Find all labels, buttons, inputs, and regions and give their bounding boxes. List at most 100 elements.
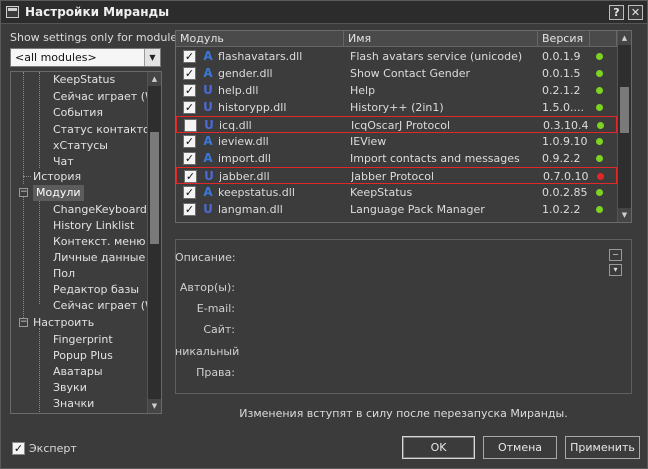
plugin-file: help.dll: [218, 84, 259, 97]
title-bar: Настройки Миранды ? ✕: [1, 1, 647, 24]
tree-item-selected[interactable]: Модули: [33, 185, 84, 201]
unicode-plugin-icon: U: [203, 100, 213, 114]
tree-item[interactable]: Аватары: [53, 364, 103, 380]
tree-item[interactable]: История: [33, 169, 81, 185]
table-row[interactable]: ✓ Agender.dll Show Contact Gender 0.0.1.5: [176, 65, 617, 82]
plugin-version: 1.0.9.10: [542, 135, 588, 148]
tree-scrollbar[interactable]: ▲ ▼: [147, 72, 161, 413]
plugin-file: icq.dll: [219, 119, 252, 132]
plugin-version: 0.7.0.10: [543, 170, 589, 183]
expert-checkbox[interactable]: ✓: [12, 442, 25, 455]
plugin-file: langman.dll: [218, 203, 283, 216]
collapse-icon[interactable]: −: [19, 188, 28, 197]
status-indicator-icon: [596, 70, 603, 77]
plugin-version: 0.0.1.9: [542, 50, 581, 63]
description-label: Описание:: [175, 251, 236, 264]
plugin-name: KeepStatus: [350, 186, 413, 199]
tree-item[interactable]: Контекст. меню: [53, 234, 146, 250]
ok-button[interactable]: OK: [402, 436, 475, 459]
tree-item[interactable]: Редактор базы: [53, 282, 139, 298]
plugin-name: Import contacts and messages: [350, 152, 520, 165]
status-indicator-icon: [596, 138, 603, 145]
tree-item[interactable]: События: [53, 105, 103, 121]
module-filter-select[interactable]: <all modules> ▼: [10, 48, 161, 67]
tree-item[interactable]: xСтатусы: [53, 138, 108, 154]
tree-item[interactable]: KeepStatus: [53, 72, 115, 88]
plugin-name: Help: [350, 84, 376, 97]
plugin-enable-checkbox[interactable]: ✓: [183, 152, 196, 165]
plugin-enable-checkbox[interactable]: ✓: [183, 84, 196, 97]
cancel-button[interactable]: Отмена: [483, 436, 557, 459]
help-button[interactable]: ?: [609, 5, 624, 20]
plugin-enable-checkbox[interactable]: ✓: [183, 135, 196, 148]
column-header-version[interactable]: Версия: [538, 31, 590, 47]
table-row[interactable]: ✓ Aieview.dll IEView 1.0.9.10: [176, 133, 617, 150]
table-scrollbar[interactable]: ▲ ▼: [617, 31, 631, 222]
window-icon: [6, 6, 19, 18]
table-row[interactable]: ✓ Uhistorypp.dll History++ (2in1) 1.5.0....: [176, 99, 617, 116]
status-indicator-icon: [596, 206, 603, 213]
plugin-enable-checkbox[interactable]: ✓: [184, 170, 197, 183]
plugin-file: gender.dll: [218, 67, 273, 80]
chevron-down-icon[interactable]: ▼: [144, 49, 160, 66]
plugin-version: 0.3.10.4: [543, 119, 589, 132]
expert-label: Эксперт: [29, 442, 77, 455]
column-header-module[interactable]: Модуль: [176, 31, 344, 47]
scrollbar-thumb[interactable]: [150, 132, 159, 244]
site-label: Сайт:: [203, 323, 235, 336]
collapse-icon[interactable]: −: [609, 249, 622, 261]
plugin-name: Jabber Protocol: [351, 170, 435, 183]
tree-item[interactable]: Чат: [53, 154, 74, 170]
table-row[interactable]: ✓ Ujabber.dll Jabber Protocol 0.7.0.10: [176, 167, 617, 184]
copyright-label: Права:: [196, 366, 235, 379]
options-tree: KeepStatus Сейчас играет (WA События Ста…: [10, 71, 162, 414]
tree-item[interactable]: ChangeKeyboardLa: [53, 202, 160, 218]
scrollbar-thumb[interactable]: [620, 87, 629, 133]
scroll-up-icon[interactable]: ▲: [618, 31, 631, 45]
tree-item[interactable]: History Linklist: [53, 218, 134, 234]
tree-item[interactable]: Звуки: [53, 380, 87, 396]
status-indicator-icon: [597, 173, 604, 180]
plugin-version: 0.9.2.2: [542, 152, 581, 165]
tree-item[interactable]: Значки: [53, 396, 94, 412]
plugin-name: IEView: [350, 135, 387, 148]
plugin-file: ieview.dll: [218, 135, 269, 148]
table-row[interactable]: Uicq.dll IcqOscarJ Protocol 0.3.10.4: [176, 116, 617, 133]
status-indicator-icon: [597, 122, 604, 129]
plugin-enable-checkbox[interactable]: ✓: [183, 67, 196, 80]
plugin-info-panel: [175, 239, 632, 394]
plugin-enable-checkbox[interactable]: [184, 119, 197, 132]
ansi-plugin-icon: A: [203, 49, 213, 63]
plugin-enable-checkbox[interactable]: ✓: [183, 50, 196, 63]
tree-item[interactable]: Личные данные: [53, 250, 145, 266]
table-row[interactable]: ✓ Akeepstatus.dll KeepStatus 0.0.2.85: [176, 184, 617, 201]
apply-button[interactable]: Применить: [565, 436, 640, 459]
plugin-enable-checkbox[interactable]: ✓: [183, 101, 196, 114]
scroll-down-icon[interactable]: ▼: [618, 208, 631, 222]
table-row[interactable]: ✓ Ulangman.dll Language Pack Manager 1.0.2.…: [176, 201, 617, 218]
expand-icon[interactable]: ▾: [609, 264, 622, 276]
table-row[interactable]: ✓ Uhelp.dll Help 0.2.1.2: [176, 82, 617, 99]
window-title: Настройки Миранды: [25, 5, 170, 19]
tree-item[interactable]: Статус контактов: [53, 122, 156, 138]
plugin-enable-checkbox[interactable]: ✓: [183, 186, 196, 199]
plugin-file: historypp.dll: [218, 101, 287, 114]
tree-item[interactable]: Сейчас играет (WA: [53, 89, 161, 105]
plugin-name: Language Pack Manager: [350, 203, 485, 216]
table-row[interactable]: ✓ Aimport.dll Import contacts and messages…: [176, 150, 617, 167]
tree-item[interactable]: Popup Plus: [53, 348, 113, 364]
tree-item[interactable]: Fingerprint: [53, 332, 113, 348]
scroll-down-icon[interactable]: ▼: [148, 399, 161, 413]
close-button[interactable]: ✕: [628, 5, 643, 20]
ansi-plugin-icon: A: [203, 185, 213, 199]
tree-item[interactable]: Настроить: [33, 315, 94, 331]
column-header-name[interactable]: Имя: [344, 31, 538, 47]
scroll-up-icon[interactable]: ▲: [148, 72, 161, 86]
plugin-file: keepstatus.dll: [218, 186, 295, 199]
status-indicator-icon: [596, 87, 603, 94]
tree-item[interactable]: Сейчас играет (WA: [53, 298, 161, 314]
collapse-icon[interactable]: −: [19, 318, 28, 327]
table-row[interactable]: ✓ Aflashavatars.dll Flash avatars service …: [176, 48, 617, 65]
tree-item[interactable]: Пол: [53, 266, 75, 282]
plugin-enable-checkbox[interactable]: ✓: [183, 203, 196, 216]
